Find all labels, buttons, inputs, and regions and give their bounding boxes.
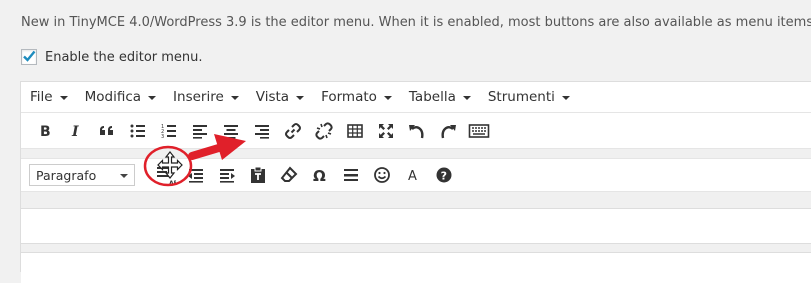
annotation-overlay: [143, 134, 246, 187]
move-cursor-icon: [157, 151, 183, 179]
arrow-icon: [188, 134, 246, 160]
